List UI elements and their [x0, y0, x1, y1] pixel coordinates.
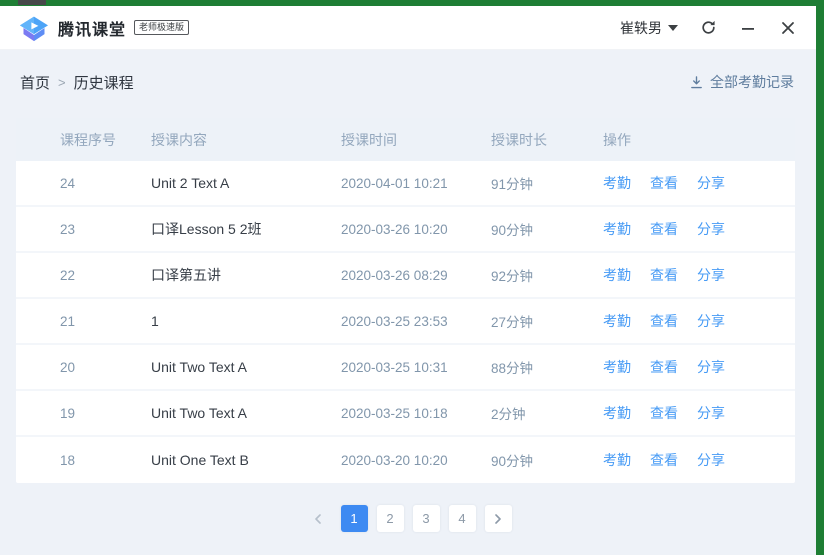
prev-page-button[interactable]: [305, 505, 332, 532]
header-course-no: 课程序号: [60, 130, 151, 150]
header-content: 授课内容: [151, 130, 341, 150]
header-time: 授课时间: [341, 130, 491, 150]
breadcrumb: 首页 > 历史课程: [20, 72, 134, 93]
view-link[interactable]: 查看: [650, 403, 678, 423]
breadcrumb-row: 首页 > 历史课程 全部考勤记录: [0, 50, 816, 114]
share-link[interactable]: 分享: [697, 450, 725, 470]
course-time: 2020-03-26 10:20: [341, 222, 491, 237]
course-duration: 91分钟: [491, 173, 603, 193]
page-button-4[interactable]: 4: [449, 505, 476, 532]
attendance-link[interactable]: 考勤: [603, 311, 631, 331]
course-content: 1: [151, 313, 341, 329]
view-link[interactable]: 查看: [650, 357, 678, 377]
course-duration: 88分钟: [491, 357, 603, 377]
chevron-right-icon: [493, 514, 503, 524]
share-link[interactable]: 分享: [697, 219, 725, 239]
background-window-fragment: [18, 0, 46, 5]
titlebar: 腾讯课堂 老师极速版 崔轶男: [0, 6, 816, 50]
share-link[interactable]: 分享: [697, 173, 725, 193]
download-all-attendance-link[interactable]: 全部考勤记录: [689, 72, 794, 92]
course-content: Unit Two Text A: [151, 359, 341, 375]
view-link[interactable]: 查看: [650, 173, 678, 193]
course-no: 19: [60, 406, 151, 421]
app-title: 腾讯课堂: [58, 16, 126, 40]
minimize-button[interactable]: [738, 18, 758, 38]
course-duration: 90分钟: [491, 219, 603, 239]
course-content: 口译Lesson 5 2班: [151, 219, 341, 239]
refresh-icon: [700, 19, 717, 36]
header-duration: 授课时长: [491, 130, 603, 150]
table-header-row: 课程序号 授课内容 授课时间 授课时长 操作: [16, 118, 795, 161]
page-title: 历史课程: [74, 72, 134, 93]
download-all-label: 全部考勤记录: [710, 72, 794, 92]
course-duration: 27分钟: [491, 311, 603, 331]
attendance-link[interactable]: 考勤: [603, 173, 631, 193]
page-button-2[interactable]: 2: [377, 505, 404, 532]
course-no: 20: [60, 360, 151, 375]
pagination: 1 2 3 4: [0, 505, 816, 532]
course-time: 2020-04-01 10:21: [341, 176, 491, 191]
attendance-link[interactable]: 考勤: [603, 450, 631, 470]
table-row: 22 口译第五讲 2020-03-26 08:29 92分钟 考勤 查看 分享: [16, 253, 795, 299]
chevron-left-icon: [313, 514, 323, 524]
page-button-3[interactable]: 3: [413, 505, 440, 532]
view-link[interactable]: 查看: [650, 311, 678, 331]
course-time: 2020-03-25 10:31: [341, 360, 491, 375]
download-icon: [689, 75, 704, 90]
breadcrumb-home[interactable]: 首页: [20, 72, 50, 93]
refresh-button[interactable]: [698, 18, 718, 38]
minimize-icon: [741, 21, 755, 35]
course-duration: 90分钟: [491, 450, 603, 470]
course-no: 21: [60, 314, 151, 329]
share-link[interactable]: 分享: [697, 311, 725, 331]
page-button-1[interactable]: 1: [341, 505, 368, 532]
course-content: Unit Two Text A: [151, 405, 341, 421]
course-duration: 92分钟: [491, 265, 603, 285]
view-link[interactable]: 查看: [650, 265, 678, 285]
view-link[interactable]: 查看: [650, 219, 678, 239]
table-row: 23 口译Lesson 5 2班 2020-03-26 10:20 90分钟 考…: [16, 207, 795, 253]
course-content: Unit One Text B: [151, 452, 341, 468]
course-duration: 2分钟: [491, 403, 603, 423]
user-name: 崔轶男: [620, 18, 662, 38]
share-link[interactable]: 分享: [697, 265, 725, 285]
course-time: 2020-03-26 08:29: [341, 268, 491, 283]
course-table: 课程序号 授课内容 授课时间 授课时长 操作 24 Unit 2 Text A …: [16, 118, 795, 483]
table-row: 19 Unit Two Text A 2020-03-25 10:18 2分钟 …: [16, 391, 795, 437]
next-page-button[interactable]: [485, 505, 512, 532]
header-actions: 操作: [603, 130, 795, 150]
breadcrumb-separator: >: [58, 75, 66, 90]
tencent-classroom-logo: [18, 14, 50, 42]
table-row: 18 Unit One Text B 2020-03-20 10:20 90分钟…: [16, 437, 795, 483]
share-link[interactable]: 分享: [697, 403, 725, 423]
screenshot-border-right: [816, 0, 824, 555]
attendance-link[interactable]: 考勤: [603, 403, 631, 423]
course-no: 23: [60, 222, 151, 237]
view-link[interactable]: 查看: [650, 450, 678, 470]
share-link[interactable]: 分享: [697, 357, 725, 377]
course-no: 24: [60, 176, 151, 191]
screenshot-border-top: [0, 0, 824, 6]
attendance-link[interactable]: 考勤: [603, 265, 631, 285]
attendance-link[interactable]: 考勤: [603, 357, 631, 377]
course-time: 2020-03-25 10:18: [341, 406, 491, 421]
attendance-link[interactable]: 考勤: [603, 219, 631, 239]
table-row: 24 Unit 2 Text A 2020-04-01 10:21 91分钟 考…: [16, 161, 795, 207]
course-no: 18: [60, 453, 151, 468]
course-content: Unit 2 Text A: [151, 175, 341, 191]
close-icon: [781, 21, 795, 35]
close-button[interactable]: [778, 18, 798, 38]
user-menu[interactable]: 崔轶男: [620, 18, 678, 38]
course-no: 22: [60, 268, 151, 283]
table-row: 20 Unit Two Text A 2020-03-25 10:31 88分钟…: [16, 345, 795, 391]
course-content: 口译第五讲: [151, 265, 341, 285]
table-row: 21 1 2020-03-25 23:53 27分钟 考勤 查看 分享: [16, 299, 795, 345]
course-time: 2020-03-25 23:53: [341, 314, 491, 329]
edition-badge: 老师极速版: [134, 20, 189, 35]
course-time: 2020-03-20 10:20: [341, 453, 491, 468]
chevron-down-icon: [668, 25, 678, 31]
